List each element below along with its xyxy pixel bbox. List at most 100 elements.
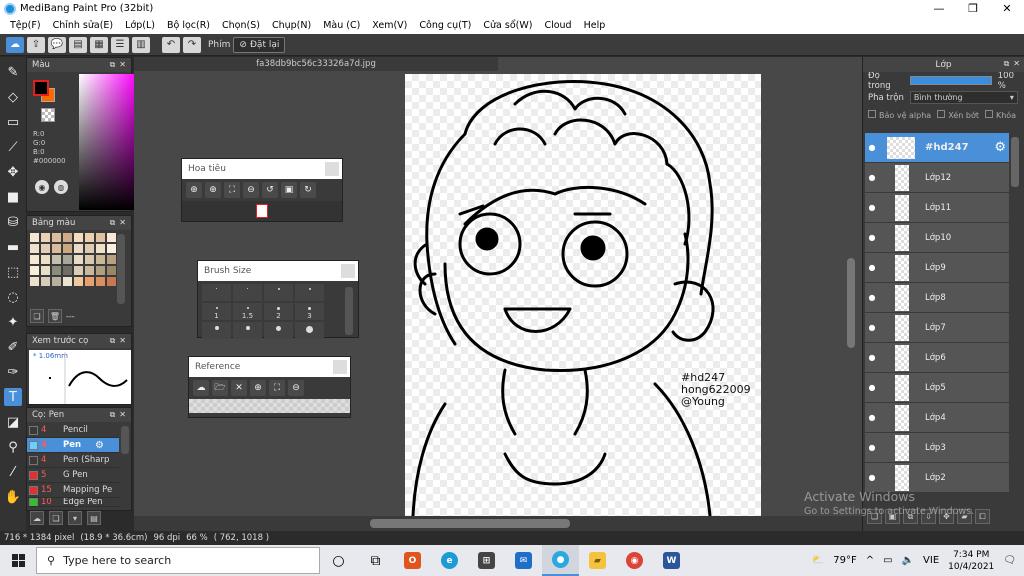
palette-swatch[interactable] bbox=[30, 277, 39, 286]
new-palette-icon[interactable]: ❏ bbox=[30, 309, 44, 323]
palette-swatch[interactable] bbox=[85, 277, 94, 286]
visibility-icon[interactable]: ● bbox=[865, 383, 879, 392]
palette-swatch[interactable] bbox=[63, 255, 72, 264]
edge-app-icon[interactable]: e bbox=[431, 545, 468, 576]
open-folder-icon[interactable]: 🗁 bbox=[212, 380, 228, 396]
menu-snap[interactable]: Chụp(N) bbox=[266, 20, 317, 31]
layer-item[interactable]: ● Lớp11 bbox=[865, 193, 1009, 223]
brush-settings-icon[interactable]: ▤ bbox=[87, 511, 101, 525]
blend-mode-select[interactable]: Bình thường ▾ bbox=[909, 91, 1018, 104]
notifications-icon[interactable]: 🗨 bbox=[1003, 555, 1016, 566]
palette-swatch[interactable] bbox=[96, 266, 105, 275]
dropper-tool-icon[interactable]: ⚲ bbox=[4, 438, 22, 456]
taskbar-search[interactable]: ⚲ Type here to search bbox=[36, 547, 320, 574]
palette-swatch[interactable] bbox=[107, 244, 116, 253]
weather-temp[interactable]: 79°F bbox=[833, 555, 856, 566]
palette-swatch[interactable] bbox=[85, 244, 94, 253]
brush-options-icon[interactable]: ▾ bbox=[68, 511, 82, 525]
undo-icon[interactable]: ↶ bbox=[162, 36, 180, 53]
brush-size-cell[interactable]: 3 bbox=[295, 303, 324, 320]
delete-layer-icon[interactable]: ⧠ bbox=[975, 509, 990, 524]
comment-icon[interactable]: 💬 bbox=[48, 36, 66, 53]
brush-size-cell[interactable] bbox=[233, 322, 262, 339]
visibility-icon[interactable]: ● bbox=[865, 263, 879, 272]
layer-item[interactable]: ● Lớp6 bbox=[865, 343, 1009, 373]
menu-edit[interactable]: Chỉnh sửa(E) bbox=[47, 20, 120, 31]
visibility-icon[interactable]: ● bbox=[865, 353, 879, 362]
office-app-icon[interactable]: O bbox=[394, 545, 431, 576]
palette-swatch[interactable] bbox=[107, 266, 116, 275]
brush-size-cell[interactable] bbox=[295, 322, 324, 339]
brush-size-cell[interactable] bbox=[295, 284, 324, 301]
divide-tool-icon[interactable]: ⁄ bbox=[4, 463, 22, 481]
cloud-icon[interactable]: ☁ bbox=[6, 36, 24, 53]
palette-swatch[interactable] bbox=[63, 266, 72, 275]
primary-color-swatch[interactable] bbox=[33, 80, 49, 96]
brush-size-cell[interactable]: 2 bbox=[264, 303, 293, 320]
hand-tool-icon[interactable]: ✋ bbox=[4, 488, 22, 506]
document-icon[interactable]: ▦ bbox=[90, 36, 108, 53]
text-tool-icon[interactable]: T bbox=[4, 388, 22, 406]
layer-item[interactable]: ● Lớp8 bbox=[865, 283, 1009, 313]
menu-tools[interactable]: Công cụ(T) bbox=[413, 20, 477, 31]
layer-item[interactable]: ● Lớp5 bbox=[865, 373, 1009, 403]
move-tool-icon[interactable]: ✥ bbox=[4, 163, 22, 181]
zoom-in-icon[interactable]: ⊕ bbox=[186, 182, 202, 198]
gear-icon[interactable]: ⚙ bbox=[95, 440, 104, 451]
rectangle-tool-icon[interactable]: ▭ bbox=[4, 113, 22, 131]
new-brush-icon[interactable]: ❏ bbox=[49, 511, 63, 525]
actual-size-icon[interactable]: ▣ bbox=[281, 182, 297, 198]
grid-icon[interactable]: ▥ bbox=[132, 36, 150, 53]
brush-item[interactable]: 5 G Pen bbox=[27, 468, 119, 483]
close-icon[interactable] bbox=[341, 264, 355, 278]
visibility-icon[interactable]: ● bbox=[865, 323, 879, 332]
reset-button[interactable]: ⊘ Đặt lại bbox=[233, 36, 286, 53]
layer-item[interactable]: ● Lớp7 bbox=[865, 313, 1009, 343]
palette-swatch[interactable] bbox=[85, 233, 94, 242]
menu-window[interactable]: Cửa sổ(W) bbox=[477, 20, 538, 31]
upload-icon[interactable]: ⇪ bbox=[27, 36, 45, 53]
menu-select[interactable]: Chọn(S) bbox=[216, 20, 266, 31]
popout-icon[interactable]: ⧉ bbox=[110, 410, 116, 420]
brush-item[interactable]: 15 Mapping Pe bbox=[27, 483, 119, 498]
zoom-out-icon[interactable]: ⊖ bbox=[243, 182, 259, 198]
chrome-app-icon[interactable]: ◉ bbox=[616, 545, 653, 576]
visibility-icon[interactable]: ● bbox=[865, 413, 879, 422]
store-app-icon[interactable]: ⊞ bbox=[468, 545, 505, 576]
palette-swatch[interactable] bbox=[96, 233, 105, 242]
palette-scrollbar[interactable] bbox=[117, 234, 125, 304]
line-tool-icon[interactable]: ⟋ bbox=[4, 138, 22, 156]
palette-swatch[interactable] bbox=[74, 233, 83, 242]
transparent-color-swatch[interactable] bbox=[41, 108, 55, 122]
color-wheel-icon[interactable]: ◍ bbox=[54, 180, 68, 194]
brush-size-cell[interactable]: 1 bbox=[202, 303, 231, 320]
palette-swatch[interactable] bbox=[52, 233, 61, 242]
brush-size-cell[interactable]: 1.5 bbox=[233, 303, 262, 320]
menu-view[interactable]: Xem(V) bbox=[366, 20, 413, 31]
palette-swatch[interactable] bbox=[107, 233, 116, 242]
brush-size-cell[interactable] bbox=[202, 322, 231, 339]
zoom-in-plus-icon[interactable]: ⊕ bbox=[205, 182, 221, 198]
palette-swatch[interactable] bbox=[85, 266, 94, 275]
palette-swatch[interactable] bbox=[41, 255, 50, 264]
palette-swatch[interactable] bbox=[52, 255, 61, 264]
rotate-left-icon[interactable]: ↺ bbox=[262, 182, 278, 198]
select-eraser-tool-icon[interactable]: ✑ bbox=[4, 363, 22, 381]
brush-size-cell[interactable] bbox=[233, 284, 262, 301]
palette-swatch[interactable] bbox=[52, 266, 61, 275]
palette-swatch[interactable] bbox=[74, 244, 83, 253]
drawing-canvas[interactable]: #hd247 hong622009 @Young bbox=[405, 74, 761, 516]
network-icon[interactable]: ▭ bbox=[883, 555, 892, 566]
brush-item[interactable]: 4 Pencil bbox=[27, 423, 119, 438]
rotate-right-icon[interactable]: ↻ bbox=[300, 182, 316, 198]
navigator-viewport[interactable] bbox=[256, 204, 268, 218]
close-icon[interactable]: ✕ bbox=[119, 60, 126, 70]
list-icon[interactable]: ☰ bbox=[111, 36, 129, 53]
brush-size-header[interactable]: Brush Size bbox=[198, 261, 358, 281]
palette-swatch[interactable] bbox=[74, 255, 83, 264]
cortana-icon[interactable]: ○ bbox=[320, 545, 357, 576]
select-pen-tool-icon[interactable]: ✐ bbox=[4, 338, 22, 356]
medibang-taskbar-icon[interactable]: ● bbox=[542, 545, 579, 576]
protect-alpha-checkbox[interactable]: Bảo vệ alpha bbox=[868, 109, 931, 120]
brush-size-scrollbar[interactable] bbox=[345, 287, 353, 335]
